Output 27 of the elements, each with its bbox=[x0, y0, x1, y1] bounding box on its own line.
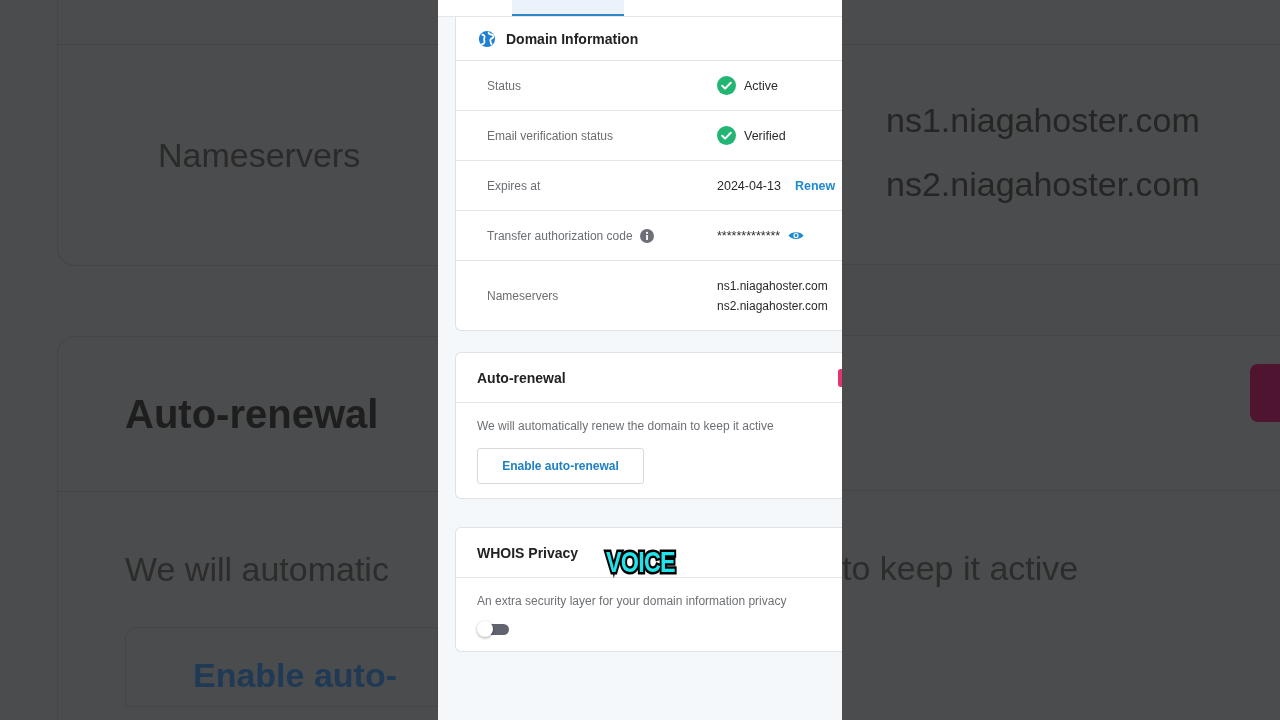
status-value: Active bbox=[744, 78, 779, 93]
card-title: WHOIS Privacy bbox=[477, 544, 579, 561]
expiry-date: 2024-04-13 bbox=[717, 178, 781, 193]
row-label: Transfer authorization code bbox=[487, 228, 633, 243]
globe-icon bbox=[478, 29, 496, 48]
status-value: Verified bbox=[744, 128, 786, 143]
check-icon bbox=[717, 76, 736, 95]
privacy-toggle[interactable] bbox=[477, 621, 509, 637]
video-caption: VOICE bbox=[606, 545, 675, 579]
check-icon bbox=[717, 126, 736, 145]
nameserver-value: ns2.niagahoster.com bbox=[717, 298, 829, 313]
nameserver-value: ns1.niagahoster.com bbox=[717, 278, 829, 293]
tab[interactable] bbox=[512, 0, 624, 16]
info-icon[interactable] bbox=[639, 228, 654, 243]
row-label: Email verification status bbox=[487, 128, 614, 143]
enable-auto-renewal-button[interactable]: Enable auto-renewal bbox=[477, 448, 644, 484]
card-description: An extra security layer for your domain information privacy bbox=[477, 594, 788, 608]
card-description: We will automatically renew the domain to keep it active bbox=[477, 419, 775, 433]
status-badge bbox=[1250, 364, 1280, 422]
masked-code: ************* bbox=[717, 228, 781, 243]
row-label: Status bbox=[487, 78, 522, 93]
renew-link[interactable]: Renew bbox=[794, 178, 836, 193]
card-title: Domain Information bbox=[506, 30, 639, 47]
row-label: Nameservers bbox=[487, 288, 559, 303]
card-title: Auto-renewal bbox=[477, 369, 566, 386]
row-label: Expires at bbox=[487, 178, 541, 193]
eye-icon[interactable] bbox=[788, 230, 805, 241]
